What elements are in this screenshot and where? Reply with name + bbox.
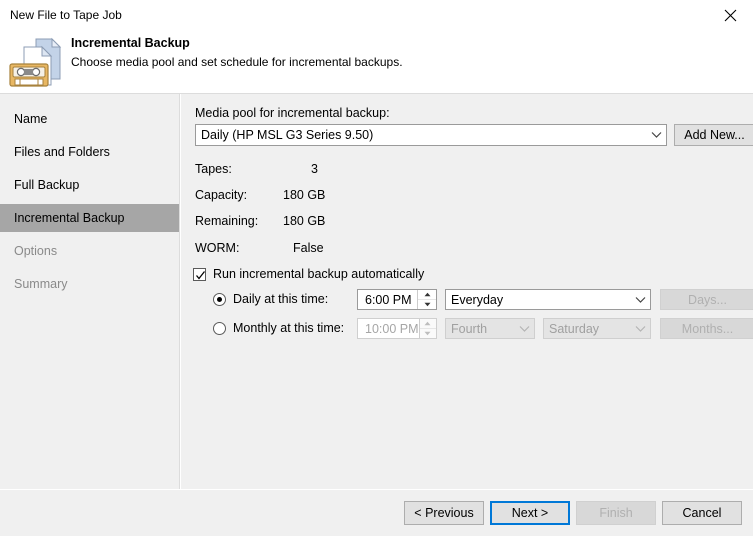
previous-button[interactable]: < Previous xyxy=(404,501,484,525)
run-incremental-auto-label: Run incremental backup automatically xyxy=(213,267,425,281)
capacity-label: Capacity: xyxy=(195,188,248,202)
page-subtitle: Choose media pool and set schedule for i… xyxy=(71,55,403,69)
monthly-time-stepper[interactable]: 10:00 PM xyxy=(357,318,437,339)
monthly-week-select[interactable]: Fourth xyxy=(445,318,535,339)
tape-job-icon xyxy=(8,33,64,89)
daily-time-value: 6:00 PM xyxy=(365,292,412,307)
media-pool-value: Daily (HP MSL G3 Series 9.50) xyxy=(201,128,374,142)
months-button[interactable]: Months... xyxy=(660,318,753,339)
tapes-label: Tapes: xyxy=(195,162,232,176)
radio-box-daily xyxy=(213,292,226,306)
monthly-weekday-value: Saturday xyxy=(549,321,600,336)
sidebar-item-options[interactable]: Options xyxy=(0,237,179,265)
spinner-up-icon[interactable] xyxy=(419,319,436,329)
daily-frequency-select[interactable]: Everyday xyxy=(445,289,651,310)
media-pool-label: Media pool for incremental backup: xyxy=(195,106,390,120)
daily-time-spin-buttons[interactable] xyxy=(417,290,436,309)
days-button[interactable]: Days... xyxy=(660,289,753,310)
sidebar-item-name[interactable]: Name xyxy=(0,105,179,133)
spinner-up-icon[interactable] xyxy=(418,290,436,300)
checkbox-box xyxy=(193,267,206,281)
tapes-value: 3 xyxy=(311,162,318,176)
page-title: Incremental Backup xyxy=(71,36,190,50)
worm-label: WORM: xyxy=(195,241,240,255)
wizard-steps-sidebar: Name Files and Folders Full Backup Incre… xyxy=(0,94,180,489)
add-new-button[interactable]: Add New... xyxy=(674,124,753,146)
chevron-down-icon xyxy=(630,325,650,333)
radio-dot xyxy=(217,296,222,302)
radio-box-monthly xyxy=(213,321,226,335)
chevron-down-icon xyxy=(630,296,650,304)
daily-time-stepper[interactable]: 6:00 PM xyxy=(357,289,437,310)
wizard-footer: < Previous Next > Finish Cancel xyxy=(0,490,753,536)
window-title: New File to Tape Job xyxy=(10,8,122,22)
close-icon xyxy=(724,9,736,21)
monthly-time-spin-buttons[interactable] xyxy=(418,319,436,338)
daily-radio[interactable]: Daily at this time: xyxy=(213,292,328,306)
check-icon xyxy=(196,270,206,280)
remaining-value: 180 GB xyxy=(283,214,326,228)
close-button[interactable] xyxy=(707,0,753,30)
monthly-weekday-select[interactable]: Saturday xyxy=(543,318,651,339)
sidebar-item-files-and-folders[interactable]: Files and Folders xyxy=(0,138,179,166)
monthly-time-value: 10:00 PM xyxy=(365,321,419,336)
daily-frequency-value: Everyday xyxy=(451,292,504,307)
main-content-panel: Media pool for incremental backup: Daily… xyxy=(181,94,753,489)
wizard-header: Incremental Backup Choose media pool and… xyxy=(0,30,753,94)
chevron-down-icon xyxy=(514,325,534,333)
sidebar-item-summary[interactable]: Summary xyxy=(0,270,179,298)
next-button[interactable]: Next > xyxy=(490,501,570,525)
run-incremental-auto-checkbox[interactable]: Run incremental backup automatically xyxy=(193,267,424,281)
daily-radio-label: Daily at this time: xyxy=(233,292,329,306)
cancel-button[interactable]: Cancel xyxy=(662,501,742,525)
spinner-down-icon[interactable] xyxy=(420,329,436,338)
remaining-label: Remaining: xyxy=(195,214,259,228)
title-bar: New File to Tape Job xyxy=(0,0,753,30)
sidebar-item-incremental-backup[interactable]: Incremental Backup xyxy=(0,204,179,232)
monthly-radio[interactable]: Monthly at this time: xyxy=(213,321,344,335)
monthly-week-value: Fourth xyxy=(451,321,488,336)
sidebar-item-full-backup[interactable]: Full Backup xyxy=(0,171,179,199)
finish-button[interactable]: Finish xyxy=(576,501,656,525)
media-pool-select[interactable]: Daily (HP MSL G3 Series 9.50) xyxy=(195,124,667,146)
capacity-value: 180 GB xyxy=(283,188,326,202)
chevron-down-icon xyxy=(646,131,666,139)
monthly-radio-label: Monthly at this time: xyxy=(233,321,345,335)
worm-value: False xyxy=(293,241,324,255)
spinner-down-icon[interactable] xyxy=(418,300,436,309)
